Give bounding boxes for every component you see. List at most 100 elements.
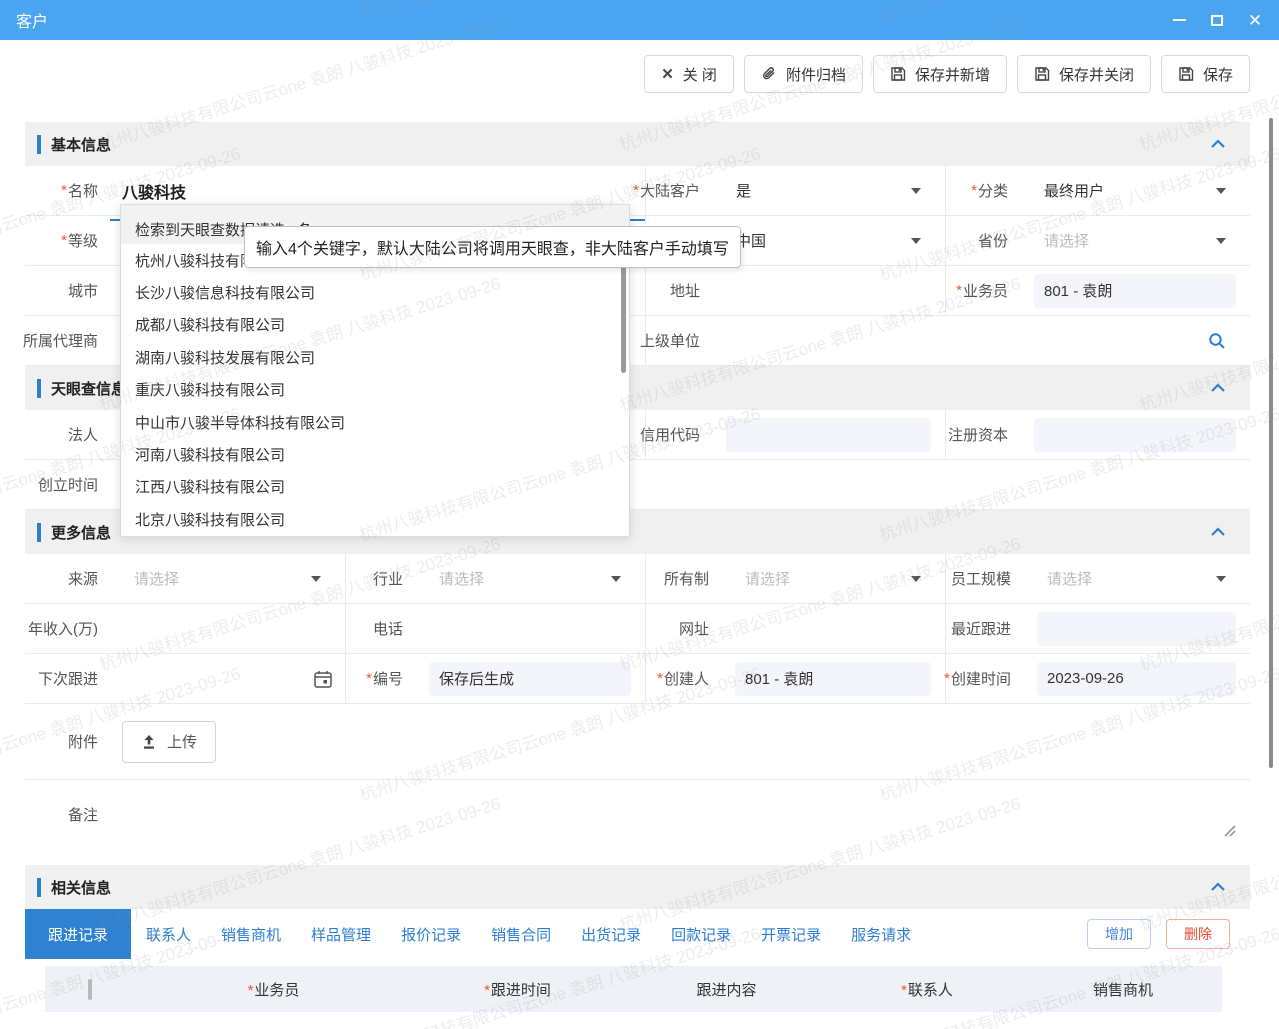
tab-invoice-records[interactable]: 开票记录 [746,924,836,945]
required-marker: * [484,982,490,999]
form-row: 年收入(万) 电话 网址 最近跟进 [25,604,1250,654]
section-title: 相关信息 [51,877,111,898]
vertical-scrollbar-thumb[interactable] [1269,118,1273,768]
required-marker: * [944,670,950,687]
section-title: 天眼查信息 [51,378,126,399]
column-header-sales-opportunity: 销售商机 [1024,979,1222,1000]
dropdown-item[interactable]: 长沙八骏信息科技有限公司 [121,276,629,308]
creator-field: 801 - 袁朗 [721,654,945,703]
required-marker: * [657,670,663,687]
next-follow-date-input[interactable] [110,654,345,703]
section-accent-bar [37,523,41,542]
delete-button[interactable]: 删除 [1166,919,1230,949]
tab-follow-records[interactable]: 跟进记录 [25,909,131,959]
collapse-chevron-icon[interactable] [1210,383,1226,393]
resize-handle-icon[interactable] [1221,822,1236,841]
phone-input[interactable] [415,604,645,653]
attachment-archive-button[interactable]: 附件归档 [744,55,863,93]
upload-button[interactable]: 上传 [122,721,216,763]
save-and-new-button[interactable]: 保存并新增 [873,55,1007,93]
dropdown-item[interactable]: 北京八骏科技有限公司 [121,503,629,535]
search-icon[interactable] [1208,332,1226,350]
window-controls: ✕ [1171,12,1263,28]
save-icon [1178,66,1194,82]
calendar-icon[interactable] [313,669,333,689]
close-button[interactable]: ✕ 关 闭 [644,55,734,93]
dropdown-item[interactable]: 江西八骏科技有限公司 [121,471,629,503]
titlebar: 客户 ✕ [0,0,1279,40]
collapse-chevron-icon[interactable] [1210,139,1226,149]
category-select[interactable]: 最终用户 [1020,166,1250,215]
created-time-label: *创建时间 [945,654,1023,703]
country-select[interactable]: 中国 [712,216,945,265]
tab-contacts[interactable]: 联系人 [131,924,206,945]
tab-payment-records[interactable]: 回款记录 [656,924,746,945]
column-header-follow-time: *跟进时间 [412,979,623,1000]
dropdown-item[interactable]: 河南八骏科技有限公司 [121,438,629,470]
section-title: 基本信息 [51,134,111,155]
staff-size-select[interactable]: 请选择 [1023,554,1250,603]
save-button[interactable]: 保存 [1161,55,1250,93]
tab-shipping-records[interactable]: 出货记录 [566,924,656,945]
collapse-chevron-icon[interactable] [1210,527,1226,537]
parent-unit-label: 上级单位 [645,316,712,365]
salesman-value[interactable]: 801 - 袁朗 [1034,274,1236,308]
required-marker: * [971,182,977,199]
tab-sales-opportunities[interactable]: 销售商机 [206,924,296,945]
paperclip-icon [761,66,777,82]
mainland-select[interactable]: 是 [712,166,945,215]
dropdown-item[interactable]: 成都八骏科技有限公司 [121,309,629,341]
registered-capital-value[interactable] [1034,418,1236,452]
chevron-down-icon [911,238,921,244]
chevron-down-icon [911,188,921,194]
tab-actions: 增加 删除 [1087,919,1250,949]
tab-sample-management[interactable]: 样品管理 [296,924,386,945]
recent-follow-value[interactable] [1037,612,1236,646]
select-all-cell [45,981,135,998]
dropdown-item[interactable]: 湖南八骏科技发展有限公司 [121,341,629,373]
credit-code-label: 信用代码 [645,410,712,459]
tab-sales-contracts[interactable]: 销售合同 [476,924,566,945]
ownership-select[interactable]: 请选择 [721,554,945,603]
upload-icon [141,734,157,750]
required-marker: * [956,282,962,299]
dropdown-item[interactable]: 重庆八骏科技有限公司 [121,374,629,406]
section-title: 更多信息 [51,522,111,543]
created-time-value: 2023-09-26 [1037,662,1236,696]
province-select[interactable]: 请选择 [1020,216,1250,265]
minimize-icon[interactable] [1171,12,1187,28]
save-and-close-button[interactable]: 保存并关闭 [1017,55,1151,93]
tab-service-requests[interactable]: 服务请求 [836,924,926,945]
registered-capital-label: 注册资本 [945,410,1020,459]
source-select[interactable]: 请选择 [110,554,345,603]
credit-code-field [712,410,945,459]
annual-income-input[interactable] [110,604,345,653]
column-header-salesman: *业务员 [135,979,412,1000]
name-input-tooltip: 输入4个关键字，默认大陆公司将调用天眼查，非大陆客户手动填写 [244,226,741,268]
maximize-icon[interactable] [1209,12,1225,28]
add-button[interactable]: 增加 [1087,919,1151,949]
form-row: 下次跟进 *编号 保存后生成 *创建人 801 - 袁朗 *创建时间 2023-… [25,654,1250,704]
form-row: 来源 请选择 行业 请选择 所有制 请选择 员工规模 请选择 [25,554,1250,604]
section-header-basic-info: 基本信息 [25,122,1250,166]
select-all-checkbox[interactable] [88,979,92,1000]
column-header-contact: *联系人 [830,979,1024,1000]
remark-label: 备注 [25,780,110,849]
parent-unit-field[interactable] [712,316,1250,365]
dropdown-item[interactable]: 中山市八骏半导体科技有限公司 [121,406,629,438]
recent-follow-label: 最近跟进 [945,604,1023,653]
parent-unit-input[interactable] [724,316,1208,365]
website-input[interactable] [721,604,945,653]
save-icon [890,66,906,82]
credit-code-value[interactable] [726,418,931,452]
category-label: *分类 [945,166,1020,215]
close-window-icon[interactable]: ✕ [1247,12,1263,28]
dropdown-scrollbar-thumb[interactable] [621,251,626,373]
tab-quote-records[interactable]: 报价记录 [386,924,476,945]
required-marker: * [61,182,67,199]
collapse-chevron-icon[interactable] [1210,882,1226,892]
address-input[interactable] [712,266,945,315]
required-marker: * [61,232,67,249]
industry-select[interactable]: 请选择 [415,554,645,603]
remark-textarea[interactable] [110,780,1250,849]
